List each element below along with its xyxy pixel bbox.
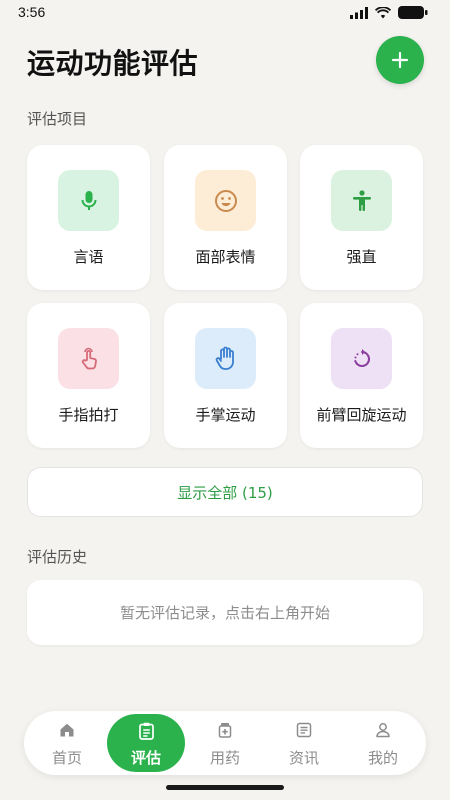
card-icon-box bbox=[195, 328, 256, 389]
home-icon bbox=[60, 723, 74, 737]
medicine-icon bbox=[218, 723, 232, 738]
smiley-icon bbox=[214, 189, 237, 212]
nav-item-evaluate[interactable]: 评估 bbox=[107, 714, 185, 772]
plus-icon bbox=[391, 51, 409, 69]
section-label-projects: 评估项目 bbox=[27, 110, 88, 128]
person-icon bbox=[352, 189, 371, 211]
page-title: 运动功能评估 bbox=[27, 47, 199, 80]
card-label: 手指拍打 bbox=[58, 406, 119, 424]
nav-item-profile[interactable]: 我的 bbox=[343, 711, 423, 775]
card-label: 强直 bbox=[346, 248, 377, 266]
nav-label: 我的 bbox=[367, 749, 398, 767]
card-label: 言语 bbox=[73, 248, 104, 266]
status-time: 3:56 bbox=[18, 4, 46, 20]
card-rigidity[interactable]: 强直 bbox=[300, 145, 423, 290]
rotate-icon bbox=[353, 348, 370, 367]
card-speech[interactable]: 言语 bbox=[27, 145, 150, 290]
status-bar: 3:56 bbox=[0, 0, 450, 28]
signal-icon bbox=[350, 6, 368, 19]
card-label: 面部表情 bbox=[195, 248, 256, 266]
section-label-history: 评估历史 bbox=[27, 548, 88, 566]
card-icon-box bbox=[331, 170, 392, 231]
show-all-button[interactable]: 显示全部 (15) bbox=[27, 467, 423, 517]
status-icons bbox=[350, 6, 428, 19]
card-icon-box bbox=[195, 170, 256, 231]
nav-item-home[interactable]: 首页 bbox=[27, 711, 107, 775]
bottom-nav: 首页 评估 用药 资讯 我的 bbox=[24, 711, 426, 775]
battery-icon bbox=[398, 6, 428, 19]
card-icon-box bbox=[331, 328, 392, 389]
card-facial-expression[interactable]: 面部表情 bbox=[164, 145, 287, 290]
clipboard-icon bbox=[139, 722, 154, 740]
nav-item-medication[interactable]: 用药 bbox=[185, 711, 265, 775]
card-label: 手掌运动 bbox=[195, 406, 256, 424]
news-icon bbox=[296, 722, 312, 738]
finger-tap-icon bbox=[81, 347, 97, 369]
home-indicator bbox=[166, 785, 284, 790]
history-empty-state: 暂无评估记录，点击右上角开始 bbox=[27, 580, 423, 645]
card-icon-box bbox=[58, 328, 119, 389]
nav-label: 用药 bbox=[209, 749, 240, 767]
wifi-icon bbox=[375, 6, 391, 18]
nav-label: 资讯 bbox=[288, 749, 319, 767]
nav-label: 评估 bbox=[130, 749, 161, 767]
nav-label: 首页 bbox=[51, 749, 82, 767]
card-forearm-rotation[interactable]: 前臂回旋运动 bbox=[300, 303, 423, 448]
user-icon bbox=[376, 723, 390, 738]
card-label: 前臂回旋运动 bbox=[316, 406, 407, 424]
card-finger-tapping[interactable]: 手指拍打 bbox=[27, 303, 150, 448]
palm-icon bbox=[215, 346, 234, 370]
card-palm-movement[interactable]: 手掌运动 bbox=[164, 303, 287, 448]
card-icon-box bbox=[58, 170, 119, 231]
add-evaluation-button[interactable] bbox=[376, 36, 424, 84]
microphone-icon bbox=[81, 190, 96, 210]
nav-item-news[interactable]: 资讯 bbox=[264, 711, 344, 775]
